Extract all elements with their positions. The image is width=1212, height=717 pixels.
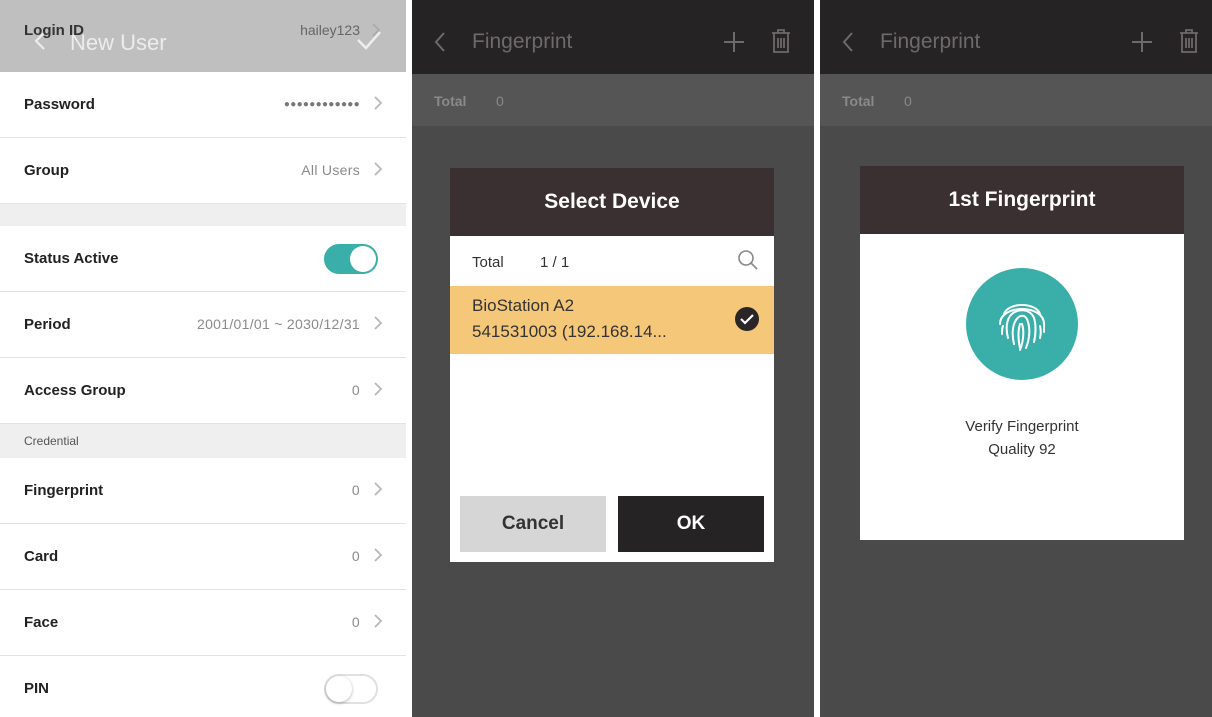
device-list-item[interactable]: BioStation A2 541531003 (192.168.14... (450, 286, 774, 354)
card-label: Card (24, 548, 59, 565)
group-row[interactable]: Group All Users (0, 138, 406, 204)
chevron-right-icon (374, 316, 383, 330)
status-active-toggle[interactable] (324, 244, 378, 274)
chevron-right-icon (374, 614, 383, 628)
access-group-value: 0 (351, 382, 360, 398)
new-user-header: New User Login ID hailey123 (0, 0, 406, 72)
face-label: Face (24, 614, 59, 631)
total-label: Total (842, 93, 875, 109)
ok-button[interactable]: OK (618, 496, 764, 552)
page-title: Fingerprint (880, 30, 981, 53)
pin-toggle[interactable] (324, 674, 378, 704)
device-name: BioStation A2 (472, 296, 575, 315)
total-label: Total (434, 93, 467, 109)
quality-value-text: Quality 92 (988, 441, 1056, 458)
credential-section-label: Credential (24, 434, 79, 448)
fingerprint-dialog: 1st Fingerprint Verify Fingerprint Quali… (860, 166, 1184, 540)
select-device-panel: Fingerprint Total 0 Select Device Total … (412, 0, 814, 717)
fingerprint-scan-panel: Fingerprint Total 0 1st Fingerprint Veri… (820, 0, 1212, 717)
card-row[interactable]: Card 0 (0, 524, 406, 590)
face-count: 0 (351, 614, 360, 630)
chevron-right-icon (374, 382, 383, 396)
fingerprint-header: Fingerprint (412, 0, 814, 74)
toggle-knob (350, 246, 376, 272)
password-value: ●●●●●●●●●●●● (283, 99, 360, 110)
back-arrow-icon[interactable] (432, 30, 448, 54)
total-bar: Total 0 (412, 74, 814, 126)
total-count: 0 (496, 93, 504, 109)
trash-icon[interactable] (770, 28, 792, 54)
status-active-label: Status Active (24, 250, 119, 267)
fingerprint-row[interactable]: Fingerprint 0 (0, 458, 406, 524)
plus-icon[interactable] (1130, 30, 1154, 54)
group-value: All Users (301, 162, 360, 178)
select-device-dialog: Select Device Total 1 / 1 BioStation A2 … (450, 168, 774, 562)
chevron-right-icon (374, 96, 383, 110)
dialog-title: 1st Fingerprint (860, 166, 1184, 234)
page-title: Fingerprint (472, 30, 573, 53)
login-id-value: hailey123 (300, 22, 360, 38)
fingerprint-badge (966, 268, 1078, 380)
new-user-panel: New User Login ID hailey123 Password ●●●… (0, 0, 406, 717)
selected-check-icon (735, 307, 759, 331)
login-id-label: Login ID (24, 22, 84, 39)
total-bar: Total 0 (820, 74, 1212, 126)
toggle-knob (326, 676, 352, 702)
access-group-label: Access Group (24, 382, 126, 399)
login-id-row[interactable]: Login ID hailey123 (0, 8, 406, 54)
fingerprint-icon (999, 304, 1045, 351)
fingerprint-count: 0 (351, 482, 360, 498)
chevron-right-icon (374, 548, 383, 562)
cancel-button[interactable]: Cancel (460, 496, 606, 552)
fingerprint-label: Fingerprint (24, 482, 104, 499)
password-row[interactable]: Password ●●●●●●●●●●●● (0, 72, 406, 138)
pin-row: PIN (0, 656, 406, 717)
period-row[interactable]: Period 2001/01/01 ~ 2030/12/31 (0, 292, 406, 358)
verify-status-text: Verify Fingerprint (965, 418, 1079, 435)
chevron-right-icon (374, 482, 383, 496)
card-count: 0 (351, 548, 360, 564)
chevron-right-icon (374, 162, 383, 176)
plus-icon[interactable] (722, 30, 746, 54)
status-active-row: Status Active (0, 226, 406, 292)
dialog-title: Select Device (450, 168, 774, 236)
face-row[interactable]: Face 0 (0, 590, 406, 656)
pin-label: PIN (24, 680, 50, 697)
total-count: 0 (904, 93, 912, 109)
access-group-row[interactable]: Access Group 0 (0, 358, 406, 424)
device-id: 541531003 (192.168.14... (472, 322, 667, 341)
dialog-total-label: Total (472, 254, 504, 271)
password-label: Password (24, 96, 95, 113)
trash-icon[interactable] (1178, 28, 1200, 54)
chevron-right-icon (372, 23, 381, 37)
period-label: Period (24, 316, 71, 333)
dialog-total-count: 1 / 1 (540, 254, 570, 271)
period-value: 2001/01/01 ~ 2030/12/31 (197, 316, 360, 332)
search-icon[interactable] (736, 248, 760, 272)
back-arrow-icon[interactable] (840, 30, 856, 54)
fingerprint-header: Fingerprint (820, 0, 1212, 74)
credential-section-header: Credential (0, 424, 406, 458)
group-label: Group (24, 162, 69, 179)
section-gap (0, 204, 406, 226)
